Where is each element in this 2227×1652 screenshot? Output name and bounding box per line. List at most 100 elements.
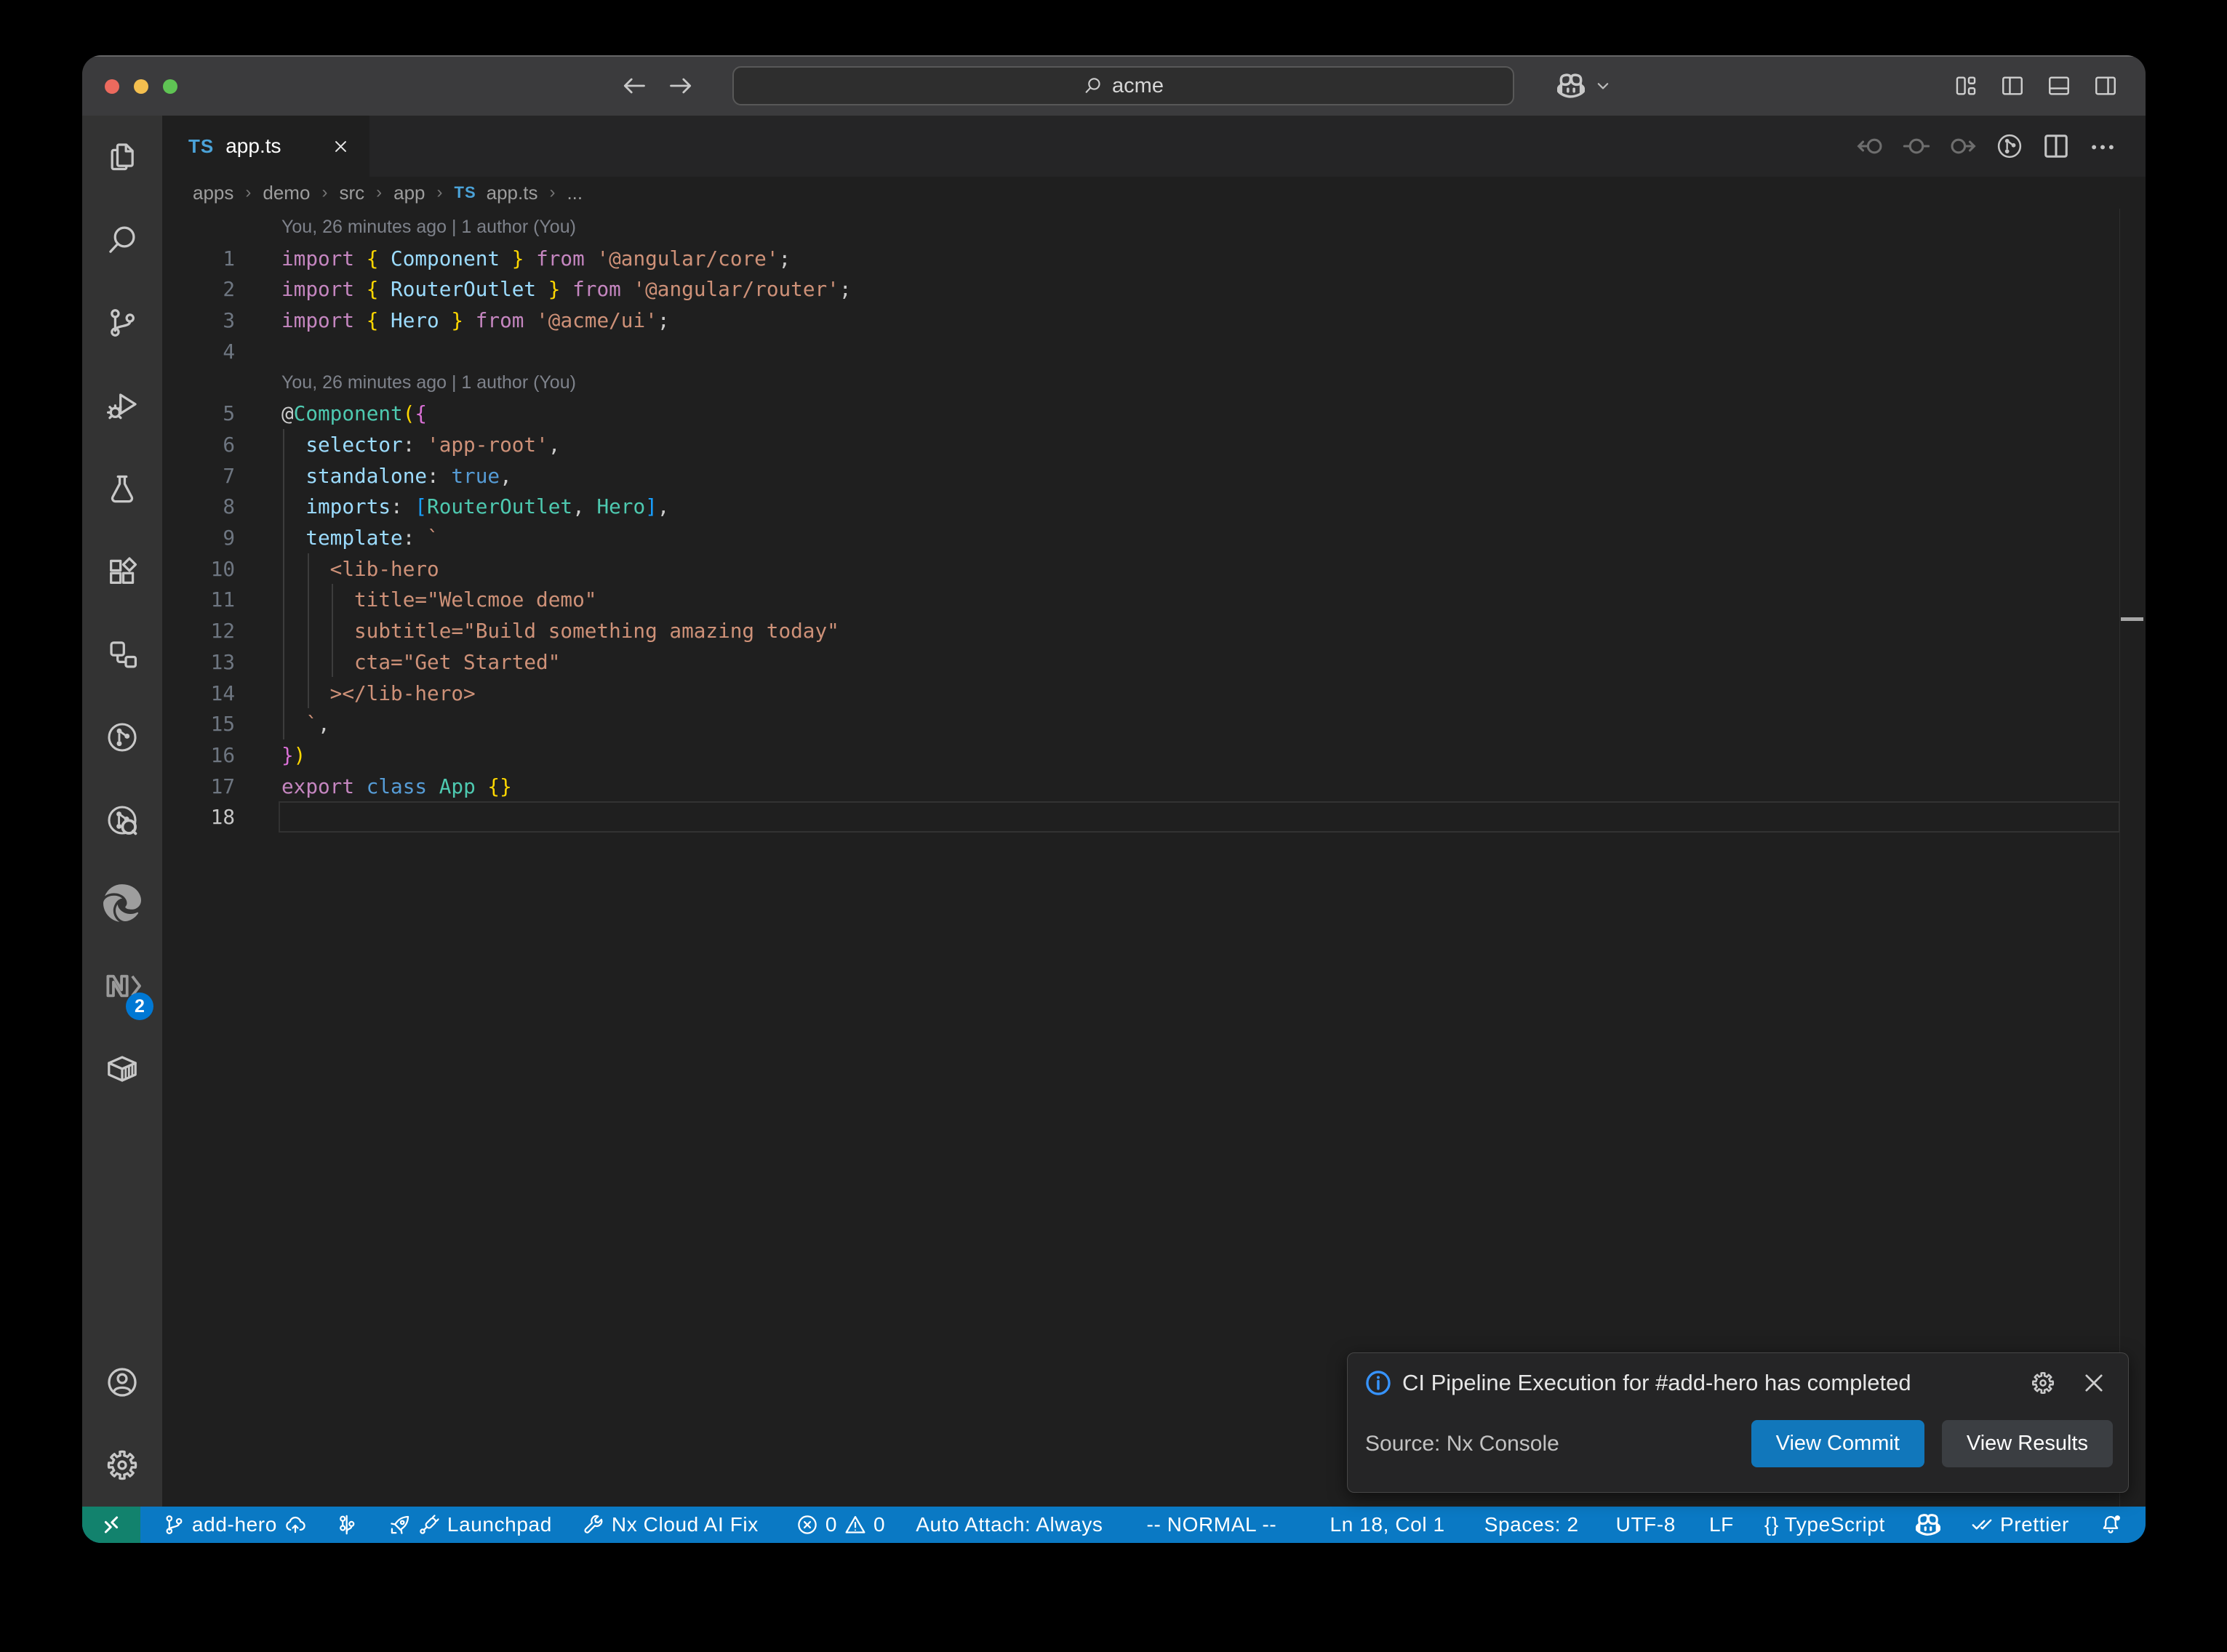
- line-content: `,: [281, 708, 330, 739]
- breadcrumb-item[interactable]: ...: [567, 182, 583, 204]
- code-line[interactable]: 3import { Hero } from '@acme/ui';: [162, 305, 2146, 336]
- statusbar-problems[interactable]: 0 0: [781, 1513, 900, 1536]
- toast-close-icon[interactable]: [2082, 1371, 2106, 1395]
- statusbar-branch[interactable]: add-hero: [148, 1513, 321, 1536]
- title-bar: acme: [82, 55, 2146, 116]
- gitlens-graph-icon[interactable]: [1996, 132, 2023, 160]
- code-line[interactable]: 11 title="Welcmoe demo": [162, 584, 2146, 615]
- sidebar-item-extensions[interactable]: [82, 530, 162, 613]
- toggle-primary-sidebar-icon[interactable]: [2000, 73, 2025, 98]
- breadcrumb-item[interactable]: demo: [263, 182, 310, 204]
- sidebar-item-gitlens-inspect[interactable]: [82, 779, 162, 862]
- line-content: @Component({: [281, 398, 427, 429]
- code-line[interactable]: 12 subtitle="Build something amazing tod…: [162, 615, 2146, 646]
- gitlens-prev-revision-icon[interactable]: [1856, 132, 1884, 160]
- sidebar-item-gitlens[interactable]: [82, 696, 162, 779]
- code-line[interactable]: 17export class App {}: [162, 771, 2146, 802]
- remote-indicator[interactable]: [82, 1507, 140, 1543]
- statusbar-language[interactable]: {} TypeScript: [1749, 1513, 1900, 1536]
- copilot-icon: [1557, 72, 1585, 100]
- code-line[interactable]: 9 template: `: [162, 522, 2146, 553]
- line-number: 18: [162, 801, 235, 833]
- statusbar-cursor-position[interactable]: Ln 18, Col 1: [1310, 1513, 1466, 1536]
- code-line[interactable]: 15 `,: [162, 708, 2146, 739]
- code-line[interactable]: 5 @Component({: [162, 398, 2146, 429]
- code-line[interactable]: 4: [162, 336, 2146, 367]
- sidebar-item-settings[interactable]: [82, 1424, 162, 1507]
- breadcrumb-item[interactable]: app: [393, 182, 425, 204]
- macos-minimize-button[interactable]: [134, 79, 148, 94]
- sidebar-item-run-debug[interactable]: [82, 364, 162, 447]
- toggle-secondary-sidebar-icon[interactable]: [2093, 73, 2118, 98]
- breadcrumb-item[interactable]: app.ts: [487, 182, 538, 204]
- gitlens-open-changes-icon[interactable]: [1903, 132, 1930, 160]
- line-number: 5: [162, 398, 235, 429]
- sidebar-item-accounts[interactable]: [82, 1341, 162, 1424]
- forward-arrow-icon[interactable]: [668, 73, 694, 99]
- breadcrumb-item[interactable]: apps: [193, 182, 233, 204]
- sidebar-item-testing[interactable]: [82, 447, 162, 530]
- statusbar-copilot[interactable]: [1900, 1512, 1956, 1537]
- double-check-icon: [1971, 1514, 1993, 1536]
- code-line[interactable]: 6 selector: 'app-root',: [162, 429, 2146, 460]
- sidebar-item-explorer[interactable]: [82, 116, 162, 199]
- code-editor[interactable]: You, 26 minutes ago | 1 author (You)1imp…: [162, 209, 2146, 1507]
- statusbar-nx-cloud-fix[interactable]: Nx Cloud AI Fix: [567, 1513, 774, 1536]
- view-results-button[interactable]: View Results: [1942, 1420, 2113, 1467]
- toast-gear-icon[interactable]: [2031, 1371, 2055, 1395]
- code-line[interactable]: 10 <lib-hero: [162, 553, 2146, 585]
- statusbar-auto-attach[interactable]: Auto Attach: Always: [900, 1513, 1118, 1536]
- macos-close-button[interactable]: [105, 79, 119, 94]
- files-icon: [105, 140, 139, 174]
- copilot-menu[interactable]: [1557, 55, 1611, 116]
- code-line[interactable]: 8 imports: [RouterOutlet, Hero],: [162, 491, 2146, 522]
- macos-zoom-button[interactable]: [163, 79, 177, 94]
- statusbar-indentation[interactable]: Spaces: 2: [1466, 1513, 1598, 1536]
- code-line[interactable]: 14 ></lib-hero>: [162, 678, 2146, 709]
- editor-actions: [1856, 116, 2146, 177]
- toggle-panel-icon[interactable]: [2047, 73, 2071, 98]
- main-area: 2 TS app.ts: [82, 116, 2146, 1507]
- statusbar-launchpad[interactable]: Launchpad: [374, 1513, 567, 1536]
- customize-layout-icon[interactable]: [1954, 73, 1978, 98]
- git-blame-annotation[interactable]: You, 26 minutes ago | 1 author (You): [162, 367, 2146, 398]
- code-line[interactable]: 7 standalone: true,: [162, 460, 2146, 492]
- sidebar-item-search[interactable]: [82, 199, 162, 281]
- sidebar-item-edge-tools[interactable]: [82, 862, 162, 945]
- statusbar-encoding[interactable]: UTF-8: [1598, 1513, 1694, 1536]
- split-editor-icon[interactable]: [2042, 132, 2070, 160]
- more-actions-icon[interactable]: [2089, 132, 2116, 160]
- sidebar-item-source-control[interactable]: [82, 281, 162, 364]
- breadcrumb[interactable]: apps›demo›src›app›TSapp.ts›...: [162, 177, 2146, 209]
- line-content: <lib-hero: [281, 553, 439, 585]
- tab-app-ts[interactable]: TS app.ts: [162, 116, 369, 177]
- gitlens-next-revision-icon[interactable]: [1949, 132, 1977, 160]
- tab-close-icon[interactable]: [332, 138, 349, 155]
- code-line[interactable]: 2import { RouterOutlet } from '@angular/…: [162, 273, 2146, 305]
- line-number: 9: [162, 522, 235, 553]
- statusbar-eol[interactable]: LF: [1694, 1513, 1749, 1536]
- code-line[interactable]: 13 cta="Get Started": [162, 646, 2146, 678]
- git-blame-annotation[interactable]: You, 26 minutes ago | 1 author (You): [162, 212, 2146, 243]
- sidebar-item-containers[interactable]: [82, 1027, 162, 1110]
- line-number: 15: [162, 708, 235, 739]
- code-line[interactable]: 16}): [162, 739, 2146, 771]
- statusbar-notifications[interactable]: [2084, 1514, 2146, 1536]
- statusbar-source-control-graph[interactable]: [321, 1514, 374, 1536]
- command-center-search[interactable]: acme: [732, 66, 1514, 105]
- line-number: 10: [162, 553, 235, 585]
- sidebar-item-project-graph[interactable]: [82, 613, 162, 696]
- statusbar-prettier[interactable]: Prettier: [1956, 1513, 2084, 1536]
- breadcrumb-item[interactable]: src: [339, 182, 364, 204]
- warning-icon: [844, 1514, 866, 1536]
- code-line[interactable]: 1import { Component } from '@angular/cor…: [162, 243, 2146, 274]
- breadcrumb-separator-icon: ›: [436, 183, 444, 203]
- gitlens-icon: [105, 721, 139, 754]
- statusbar-vim-mode[interactable]: -- NORMAL --: [1132, 1513, 1292, 1536]
- sidebar-item-nx-console[interactable]: 2: [82, 945, 162, 1027]
- code-line[interactable]: 18: [162, 801, 2146, 833]
- view-commit-button[interactable]: View Commit: [1751, 1420, 1924, 1467]
- line-content: import { RouterOutlet } from '@angular/r…: [281, 273, 852, 305]
- back-arrow-icon[interactable]: [621, 73, 647, 99]
- scrollbar-gutter-border: [2119, 209, 2121, 1507]
